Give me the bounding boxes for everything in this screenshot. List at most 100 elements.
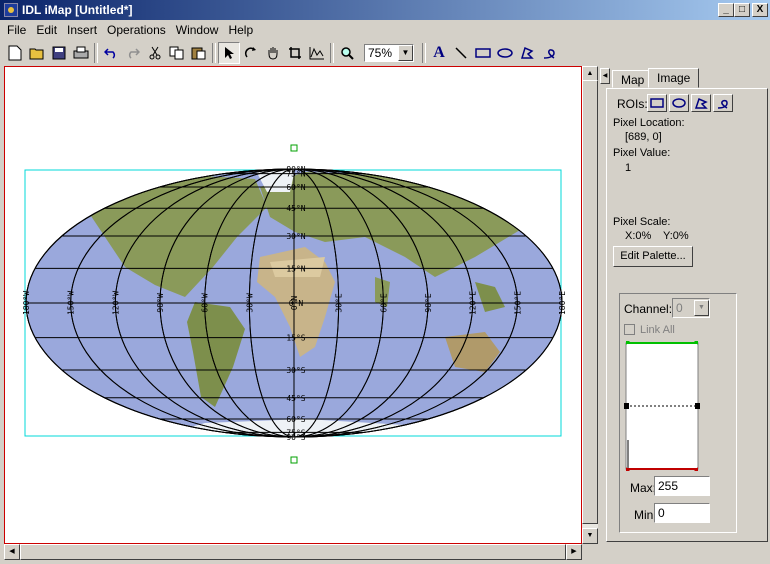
scroll-down-button[interactable]: ▼ bbox=[582, 528, 598, 544]
menu-file[interactable]: File bbox=[2, 23, 31, 37]
oval-icon[interactable] bbox=[494, 42, 516, 64]
maximize-button[interactable]: □ bbox=[734, 3, 750, 17]
rectangle-icon[interactable] bbox=[472, 42, 494, 64]
longitude-label: 150°E bbox=[513, 291, 522, 315]
longitude-label: 60°W bbox=[201, 293, 210, 312]
pixel-scale-x: X:0% bbox=[625, 230, 652, 242]
roi-oval-icon[interactable] bbox=[669, 94, 689, 112]
undo-icon[interactable] bbox=[100, 42, 122, 64]
scroll-right-button[interactable]: ▶ bbox=[566, 544, 582, 560]
menu-edit[interactable]: Edit bbox=[31, 23, 62, 37]
longitude-label: 120°W bbox=[111, 291, 120, 315]
vertical-scrollbar[interactable]: ▲ ▼ bbox=[582, 66, 598, 544]
histogram-stretch[interactable] bbox=[624, 340, 702, 472]
tab-image[interactable]: Image bbox=[648, 68, 700, 88]
chevron-down-icon[interactable]: ▼ bbox=[694, 300, 709, 316]
open-folder-icon[interactable] bbox=[26, 42, 48, 64]
side-panel: ◀ Map Image ROIs: Pixel Location: [689, … bbox=[600, 66, 770, 564]
min-input[interactable]: 0 bbox=[654, 503, 710, 523]
link-all-label: Link All bbox=[640, 324, 675, 336]
pan-hand-icon[interactable] bbox=[262, 42, 284, 64]
crop-icon[interactable] bbox=[284, 42, 306, 64]
roi-polygon-icon[interactable] bbox=[691, 94, 711, 112]
channel-value: 0 bbox=[676, 301, 683, 315]
scroll-thumb-horizontal[interactable] bbox=[20, 544, 566, 560]
latitude-label: 15°N bbox=[286, 264, 305, 273]
pixel-location-label: Pixel Location: bbox=[613, 117, 685, 129]
stretch-handle-right[interactable] bbox=[695, 403, 700, 409]
latitude-label: 15°S bbox=[286, 334, 305, 343]
latitude-label: 60°S bbox=[286, 415, 305, 424]
data-range-icon[interactable] bbox=[306, 42, 328, 64]
panel-collapse-button[interactable]: ◀ bbox=[600, 68, 610, 84]
zoom-select[interactable]: 75% ▼ bbox=[364, 44, 414, 62]
max-label: Max: bbox=[630, 481, 657, 495]
edit-palette-button[interactable]: Edit Palette... bbox=[613, 246, 693, 267]
menu-operations[interactable]: Operations bbox=[102, 23, 171, 37]
pixel-value-label: Pixel Value: bbox=[613, 147, 671, 159]
zoom-magnifier-icon[interactable] bbox=[336, 42, 358, 64]
pixel-scale-y: Y:0% bbox=[663, 230, 689, 242]
channel-group: Channel: 0 ▼ Link All Max: 255 Min: 0 bbox=[619, 293, 737, 533]
toolbar-separator bbox=[422, 43, 426, 63]
minimize-button[interactable]: _ bbox=[718, 3, 734, 17]
latitude-label: 45°S bbox=[286, 394, 305, 403]
chevron-down-icon[interactable]: ▼ bbox=[398, 45, 413, 61]
title-bar[interactable]: IDL iMap [Untitled*] _ □ X bbox=[0, 0, 770, 20]
longitude-label: 90°W bbox=[156, 293, 165, 312]
latitude-label: 75°N bbox=[286, 170, 305, 179]
freehand-icon[interactable] bbox=[538, 42, 560, 64]
link-all-checkbox-row[interactable]: Link All bbox=[624, 324, 675, 336]
menu-window[interactable]: Window bbox=[171, 23, 224, 37]
pixel-scale-label: Pixel Scale: bbox=[613, 216, 671, 228]
latitude-label: 45°N bbox=[286, 204, 305, 213]
rotate-icon[interactable] bbox=[240, 42, 262, 64]
link-all-checkbox[interactable] bbox=[624, 324, 635, 335]
longitude-label: 30°W bbox=[245, 293, 254, 312]
menu-help[interactable]: Help bbox=[223, 23, 258, 37]
text-icon[interactable]: A bbox=[428, 42, 450, 64]
roi-rectangle-icon[interactable] bbox=[647, 94, 667, 112]
roi-freehand-icon[interactable] bbox=[713, 94, 733, 112]
menu-bar: File Edit Insert Operations Window Help bbox=[0, 20, 770, 39]
map-canvas[interactable]: 90°N 75°N 60°N 45°N 30°N 15°N 0°N 15°S 30°S 45°S 6… bbox=[4, 66, 582, 544]
polygon-icon[interactable] bbox=[516, 42, 538, 64]
menu-insert[interactable]: Insert bbox=[62, 23, 102, 37]
save-icon[interactable] bbox=[48, 42, 70, 64]
selection-handle-bottom[interactable] bbox=[290, 456, 298, 464]
latitude-label: 60°N bbox=[286, 183, 305, 192]
latitude-label: 90°S bbox=[286, 433, 305, 442]
paste-icon[interactable] bbox=[188, 42, 210, 64]
channel-select[interactable]: 0 ▼ bbox=[672, 298, 710, 318]
toolbar-separator bbox=[212, 43, 216, 63]
close-button[interactable]: X bbox=[752, 3, 768, 17]
longitude-label: 180°W bbox=[22, 291, 31, 315]
imap-window: IDL iMap [Untitled*] _ □ X File Edit Ins… bbox=[0, 0, 770, 564]
channel-label: Channel: bbox=[624, 302, 673, 316]
selection-handle-top[interactable] bbox=[290, 144, 298, 152]
pixel-location-value: [689, 0] bbox=[625, 131, 662, 143]
new-file-icon[interactable] bbox=[4, 42, 26, 64]
stretch-handle-left[interactable] bbox=[624, 403, 629, 409]
scroll-thumb-vertical[interactable] bbox=[582, 80, 598, 524]
pixel-value: 1 bbox=[625, 162, 632, 174]
horizontal-scrollbar[interactable]: ◀ ▶ bbox=[4, 544, 582, 560]
redo-icon[interactable] bbox=[122, 42, 144, 64]
world-map-svg[interactable]: 90°N75°N60°N45°N30°N15°N0°N15°S30°S45°S6… bbox=[5, 67, 582, 544]
latitude-label: 30°N bbox=[286, 232, 305, 241]
scroll-left-button[interactable]: ◀ bbox=[4, 544, 20, 560]
line-icon[interactable] bbox=[450, 42, 472, 64]
rois-label: ROIs: bbox=[617, 97, 648, 111]
cut-icon[interactable] bbox=[144, 42, 166, 64]
longitude-label: 30°E bbox=[335, 293, 344, 312]
longitude-label: 0°N bbox=[290, 296, 299, 311]
print-icon[interactable] bbox=[70, 42, 92, 64]
longitude-label: 120°E bbox=[469, 291, 478, 315]
select-arrow-icon[interactable] bbox=[218, 42, 240, 64]
latitude-label: 30°S bbox=[286, 366, 305, 375]
idl-app-icon bbox=[4, 3, 18, 17]
image-tab-body: ROIs: Pixel Location: [689, 0] Pixel Val… bbox=[606, 88, 768, 542]
max-input[interactable]: 255 bbox=[654, 476, 710, 496]
longitude-label: 60°E bbox=[379, 293, 388, 312]
copy-icon[interactable] bbox=[166, 42, 188, 64]
